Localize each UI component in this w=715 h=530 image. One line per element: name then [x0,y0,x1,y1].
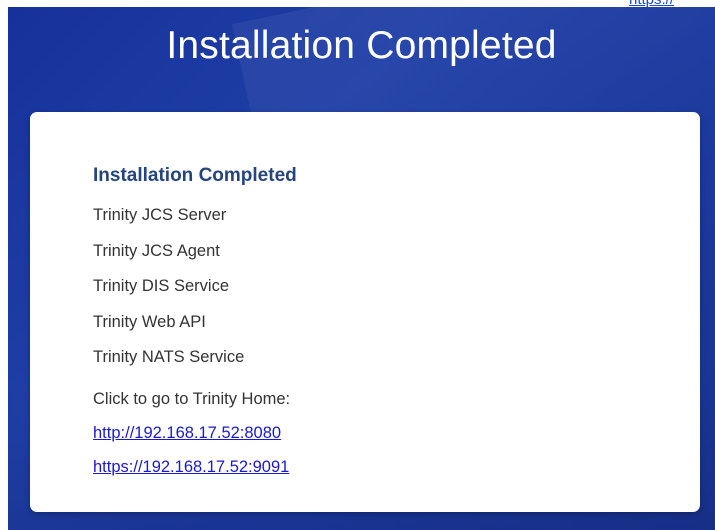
home-label: Click to go to Trinity Home: [93,390,291,408]
service-nats: Trinity NATS Service [93,348,245,366]
service-jcs-agent: Trinity JCS Agent [93,241,220,260]
service-list: Trinity JCS Server Trinity JCS Agent Tri… [93,205,244,383]
home-link-http[interactable]: http://192.168.17.52:8080 [93,424,281,443]
page: https:// Installation Completed Installa… [0,0,715,530]
page-title: Installation Completed [166,24,557,67]
top-link[interactable]: https:// [629,0,715,8]
card-heading: Installation Completed [93,165,297,186]
completion-card: Installation Completed Trinity JCS Serve… [30,112,700,512]
service-web-api: Trinity Web API [93,312,206,331]
home-link-https[interactable]: https://192.168.17.52:9091 [93,458,289,477]
service-jcs-server: Trinity JCS Server [93,206,227,224]
service-dis: Trinity DIS Service [93,277,229,295]
